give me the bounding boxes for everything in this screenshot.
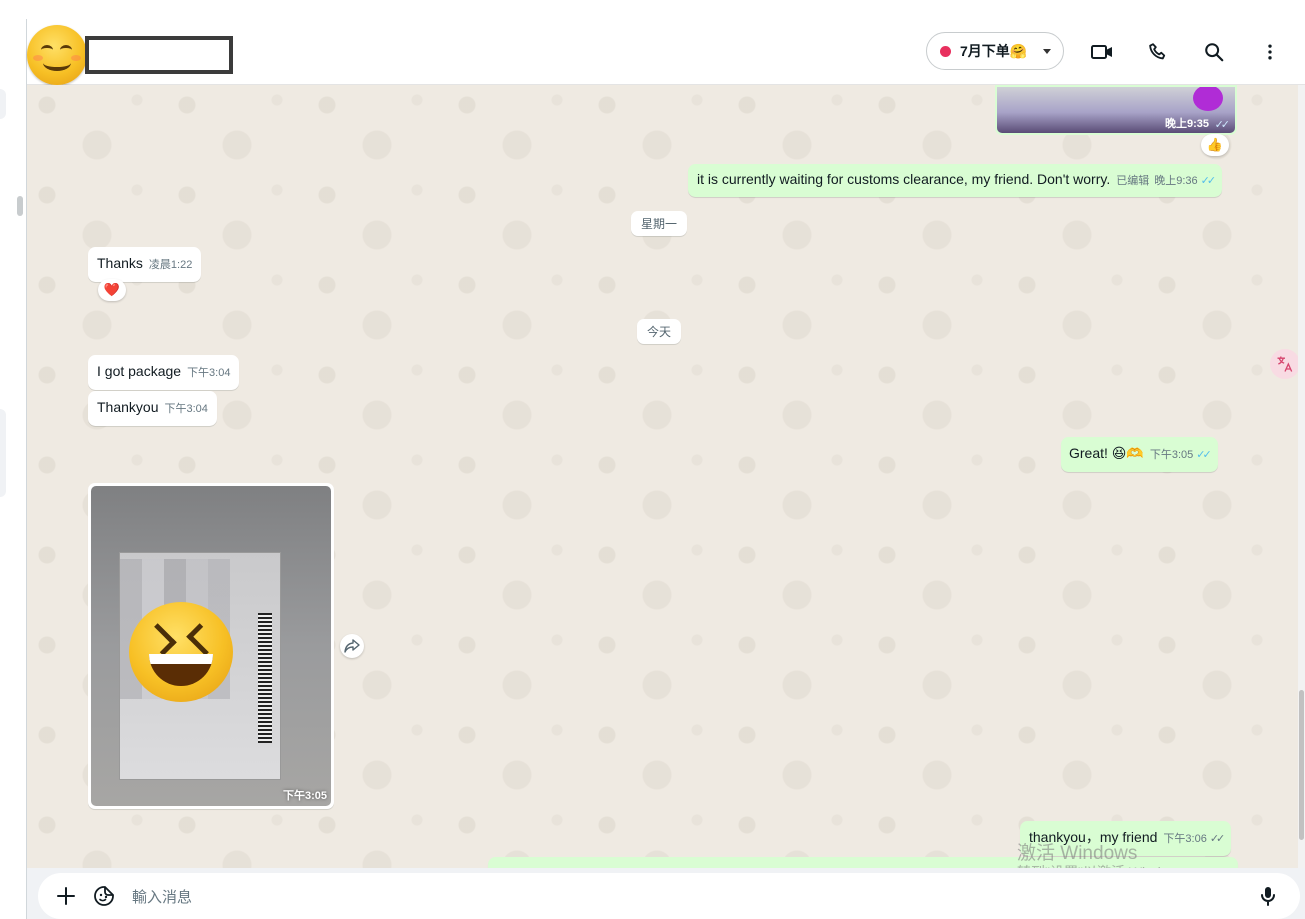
reaction-badge[interactable]: ❤️: [98, 279, 126, 301]
reaction-badge[interactable]: 👍: [1201, 134, 1229, 156]
plus-icon[interactable]: [54, 884, 78, 908]
delivered-tick-icon: ✓✓: [1209, 833, 1226, 845]
message-outgoing[interactable]: Great! 😆🫶 下午3:05 ✓✓: [1061, 437, 1218, 472]
message-incoming[interactable]: Thanks 凌晨1:22: [88, 247, 202, 282]
more-vertical-icon[interactable]: [1257, 39, 1283, 65]
read-tick-icon: ✓✓: [1196, 449, 1212, 461]
composer-field: [38, 873, 1300, 919]
message-time: 晚上9:36: [1154, 175, 1198, 187]
avatar-blush: [33, 55, 43, 61]
message-time: 下午3:05: [1149, 449, 1194, 461]
date-divider: 今天: [637, 319, 682, 344]
message-incoming[interactable]: Thankyou 下午3:04: [88, 391, 217, 426]
sticker-badge: [1193, 87, 1223, 111]
message-time: 下午3:05: [282, 790, 327, 802]
label-text: 7月下单🤗: [960, 43, 1028, 59]
message-text: it is currently waiting for customs clea…: [697, 171, 1111, 187]
message-time: 凌晨1:22: [148, 259, 193, 271]
read-tick-icon: ✓✓: [1214, 119, 1231, 131]
date-divider: 星期一: [631, 211, 688, 236]
package-photo: 下午3:05: [91, 486, 331, 806]
heart-icon: ❤️: [103, 282, 121, 297]
avatar-eye: [41, 45, 53, 55]
search-icon[interactable]: [1201, 39, 1227, 65]
barcode: [258, 613, 272, 743]
emoji-mouth: [149, 654, 213, 686]
forward-icon[interactable]: [340, 634, 364, 658]
message-time: 下午3:06: [1163, 833, 1207, 845]
grinning-squint-emoji-icon: [129, 602, 233, 702]
rail-tab[interactable]: [0, 89, 6, 119]
image-message-incoming[interactable]: 下午3:05: [88, 483, 334, 809]
rail-scroll-handle[interactable]: [17, 196, 23, 216]
message-time: 晚上9:35: [1164, 118, 1209, 130]
message-text: I got package: [97, 363, 182, 379]
emoji-eye: [186, 623, 219, 656]
rail-tab[interactable]: [0, 409, 6, 497]
image-message-outgoing[interactable]: 晚上9:35 ✓✓: [995, 85, 1237, 135]
read-tick-icon: ✓✓: [1200, 175, 1217, 187]
message-text: Thankyou: [97, 399, 159, 415]
translate-icon[interactable]: [1270, 349, 1300, 379]
edited-label: 已编辑: [1116, 175, 1150, 187]
avatar-mouth: [43, 55, 71, 71]
video-call-icon[interactable]: [1089, 39, 1115, 65]
avatar-blush: [71, 55, 81, 61]
message-emoji: 😆🫶: [1111, 445, 1144, 461]
emoji-eye: [144, 623, 177, 656]
windows-activation-watermark: 激活 Windows: [1017, 843, 1138, 864]
microphone-icon[interactable]: [1256, 884, 1280, 908]
message-time: 下午3:04: [164, 403, 208, 415]
label-dropdown[interactable]: 7月下单🤗: [926, 32, 1064, 70]
message-text: Thanks: [97, 255, 143, 271]
image-preview: 晚上9:35 ✓✓: [997, 87, 1235, 133]
message-composer: [27, 868, 1305, 919]
message-time: 下午3:04: [187, 367, 231, 379]
message-text: Great!: [1069, 445, 1108, 461]
left-rail: [0, 19, 27, 919]
thumbs-up-icon: 👍: [1206, 137, 1224, 152]
message-incoming[interactable]: I got package 下午3:04: [88, 355, 240, 390]
avatar-eye: [60, 45, 72, 55]
chat-header: 7月下单🤗: [27, 19, 1305, 85]
label-color-dot: [940, 45, 951, 57]
top-strip: [0, 0, 1305, 20]
sticker-icon[interactable]: [92, 884, 116, 908]
contact-name-redacted[interactable]: [85, 36, 233, 74]
message-outgoing[interactable]: it is currently waiting for customs clea…: [688, 164, 1223, 197]
chevron-down-icon: [1043, 48, 1051, 54]
chat-scrollbar[interactable]: [1298, 85, 1305, 868]
scrollbar-thumb[interactable]: [1299, 690, 1304, 840]
chat-area[interactable]: 晚上9:35 ✓✓ 👍 it is currently waiting for …: [27, 85, 1298, 868]
phone-icon[interactable]: [1145, 39, 1171, 65]
contact-avatar[interactable]: [27, 25, 87, 85]
message-input[interactable]: [130, 884, 1234, 910]
